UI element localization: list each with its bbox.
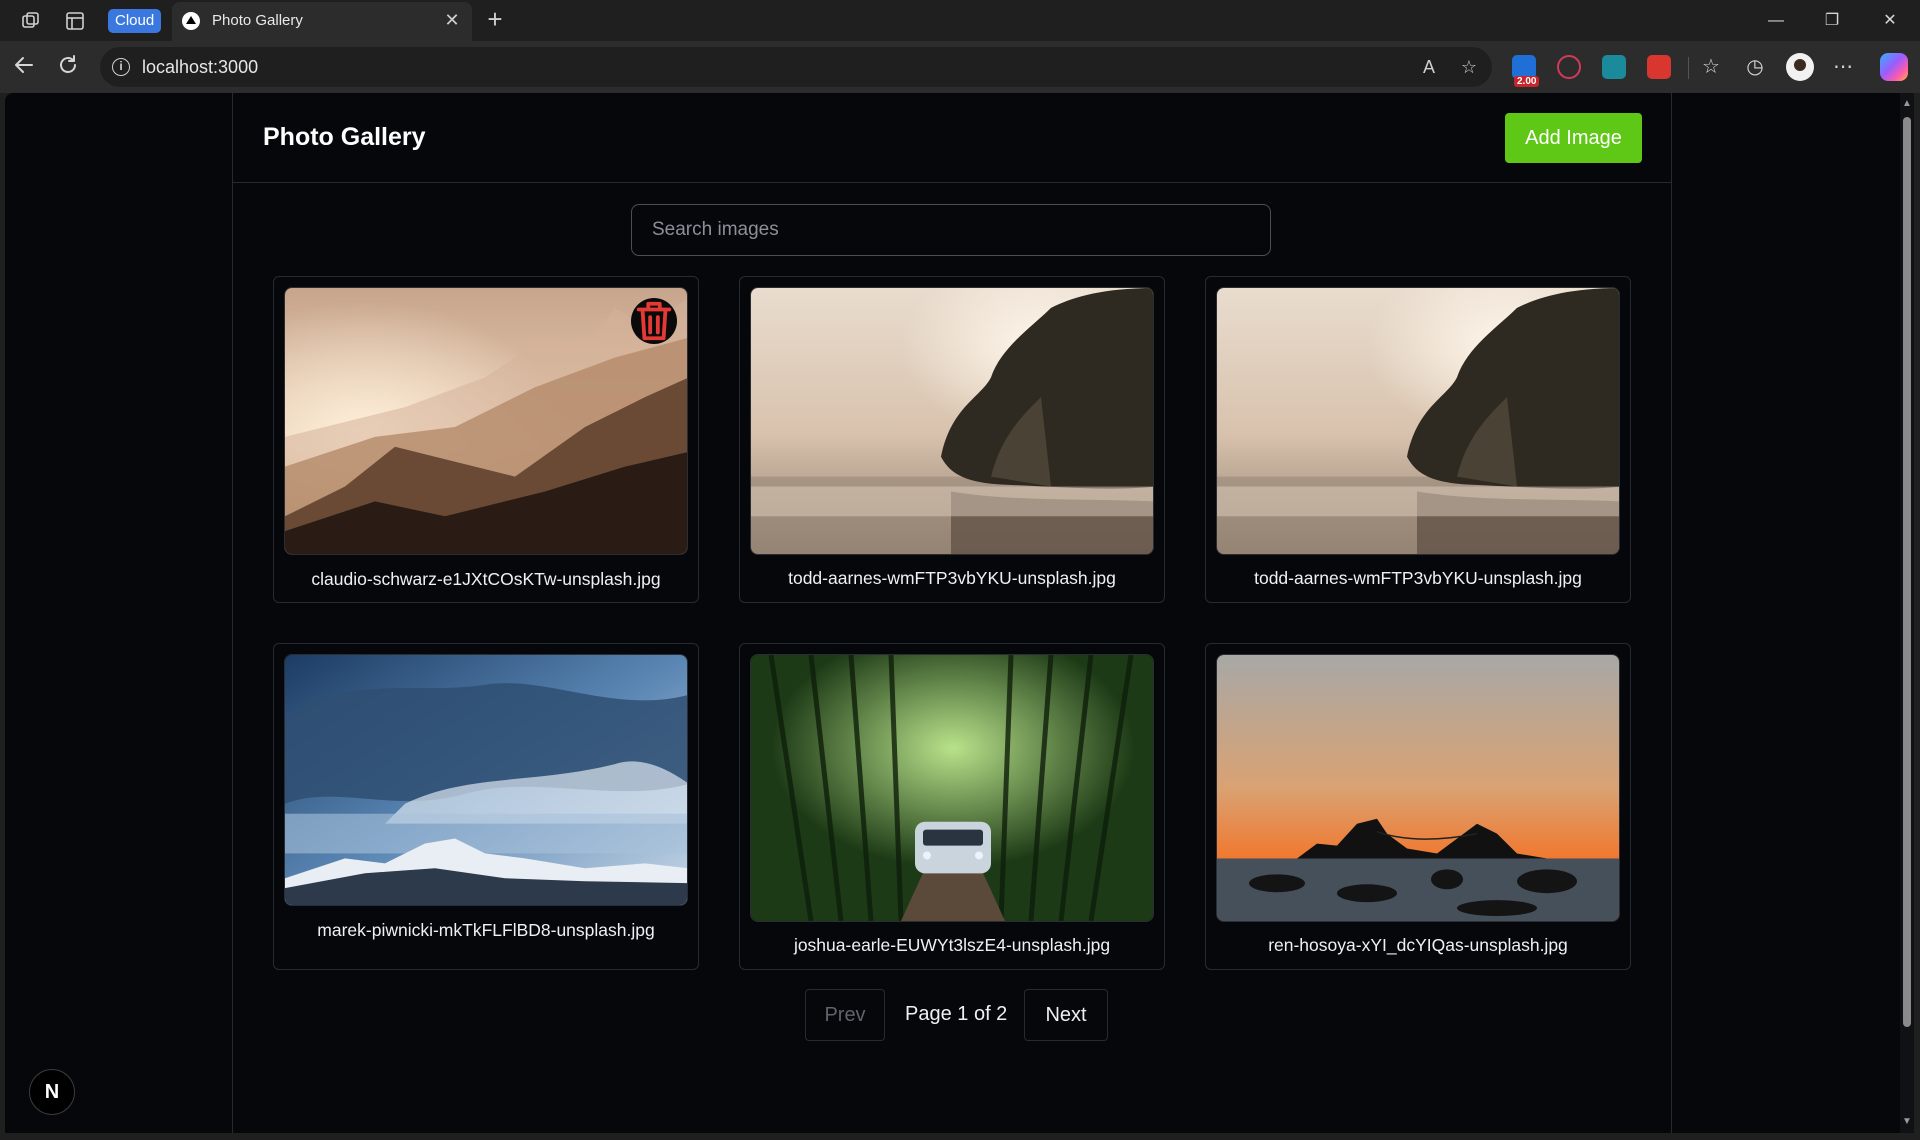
gallery-card[interactable]: todd-aarnes-wmFTP3vbYKU-unsplash.jpg [739, 276, 1165, 603]
address-bar[interactable]: i localhost:3000 A ☆ [100, 47, 1492, 87]
gallery-card[interactable]: claudio-schwarz-e1JXtCOsKTw-unsplash.jpg [273, 276, 699, 603]
back-arrow-icon[interactable] [12, 53, 40, 81]
page-viewport: Photo Gallery Add Image Search images cl… [5, 93, 1900, 1133]
gallery-photo-foggy-lake[interactable] [750, 287, 1154, 555]
read-aloud-icon[interactable]: A [1418, 56, 1440, 78]
gallery-app: Photo Gallery Add Image Search images cl… [232, 93, 1672, 1133]
gallery-photo-foggy-lake[interactable] [1216, 287, 1620, 555]
scroll-up-icon[interactable]: ▲ [1900, 97, 1914, 111]
history-icon[interactable]: ◷ [1742, 54, 1768, 80]
profile-badge[interactable]: Cloud [108, 9, 162, 33]
next-page-button[interactable]: Next [1024, 989, 1108, 1041]
favorite-star-icon[interactable]: ☆ [1458, 56, 1480, 78]
url-text: localhost:3000 [142, 57, 259, 77]
workspaces-icon[interactable] [20, 10, 42, 32]
gallery-card[interactable]: joshua-earle-EUWYt3lszE4-unsplash.jpg [739, 643, 1165, 970]
extension-speed-label: 2.00 [1514, 76, 1540, 87]
extension-speed-icon[interactable]: 2.00 [1512, 55, 1540, 87]
nextjs-favicon-icon [182, 12, 200, 30]
minimize-icon[interactable]: — [1756, 8, 1796, 34]
tab-photo-gallery[interactable]: Photo Gallery ✕ [172, 2, 472, 41]
more-menu-icon[interactable]: ⋯ [1830, 54, 1856, 80]
delete-image-button[interactable] [631, 298, 677, 344]
extension-translate-icon[interactable] [1602, 55, 1626, 79]
page-title: Photo Gallery [263, 123, 426, 151]
tab-title: Photo Gallery [212, 12, 303, 29]
gallery-photo-bamboo-forest[interactable] [750, 654, 1154, 922]
copilot-icon[interactable] [1880, 53, 1908, 81]
image-filename: ren-hosoya-xYI_dcYIQas-unsplash.jpg [1268, 935, 1568, 955]
page-indicator: Page 1 of 2 [905, 1003, 1008, 1025]
extension-record-icon[interactable] [1557, 55, 1581, 79]
scroll-down-icon[interactable]: ▼ [1900, 1115, 1914, 1129]
gallery-card[interactable]: todd-aarnes-wmFTP3vbYKU-unsplash.jpg [1205, 276, 1631, 603]
image-filename: marek-piwnicki-mkTkFLFlBD8-unsplash.jpg [317, 920, 655, 940]
browser-titlebar: Cloud Photo Gallery ✕ + — ❐ ✕ [0, 0, 1920, 41]
close-tab-icon[interactable]: ✕ [442, 10, 462, 30]
prev-page-button[interactable]: Prev [805, 989, 885, 1041]
browser-toolbar: i localhost:3000 A ☆ 2.00 ☆ ◷ ⋯ [0, 41, 1920, 93]
gallery-photo-misty-mountains[interactable] [284, 287, 688, 555]
search-input[interactable] [631, 204, 1271, 256]
refresh-icon[interactable] [56, 53, 84, 81]
gallery-photo-storm-clouds[interactable] [284, 654, 688, 906]
app-header: Photo Gallery Add Image [233, 93, 1671, 183]
favorites-icon[interactable]: ☆ [1698, 54, 1724, 80]
add-image-button[interactable]: Add Image [1505, 113, 1642, 163]
site-info-icon[interactable]: i [112, 58, 130, 76]
gallery-photo-sunset-sea[interactable] [1216, 654, 1620, 922]
page-scrollbar[interactable]: ▲ ▼ [1900, 93, 1914, 1133]
toolbar-separator [1688, 57, 1689, 79]
restore-icon[interactable]: ❐ [1812, 8, 1852, 34]
extension-notes-icon[interactable] [1647, 55, 1671, 79]
new-tab-icon[interactable]: + [482, 6, 508, 32]
nextjs-dev-indicator[interactable]: N [29, 1069, 75, 1115]
gallery-card[interactable]: marek-piwnicki-mkTkFLFlBD8-unsplash.jpg [273, 643, 699, 970]
scrollbar-thumb[interactable] [1903, 117, 1911, 1027]
image-filename: claudio-schwarz-e1JXtCOsKTw-unsplash.jpg [311, 569, 661, 589]
image-filename: joshua-earle-EUWYt3lszE4-unsplash.jpg [793, 935, 1111, 955]
trash-icon [636, 301, 672, 341]
gallery-card[interactable]: ren-hosoya-xYI_dcYIQas-unsplash.jpg [1205, 643, 1631, 970]
close-window-icon[interactable]: ✕ [1870, 8, 1910, 34]
profile-avatar[interactable] [1786, 53, 1814, 81]
vertical-tabs-icon[interactable] [64, 10, 86, 32]
image-filename: todd-aarnes-wmFTP3vbYKU-unsplash.jpg [1254, 568, 1582, 588]
image-filename: todd-aarnes-wmFTP3vbYKU-unsplash.jpg [788, 568, 1116, 588]
